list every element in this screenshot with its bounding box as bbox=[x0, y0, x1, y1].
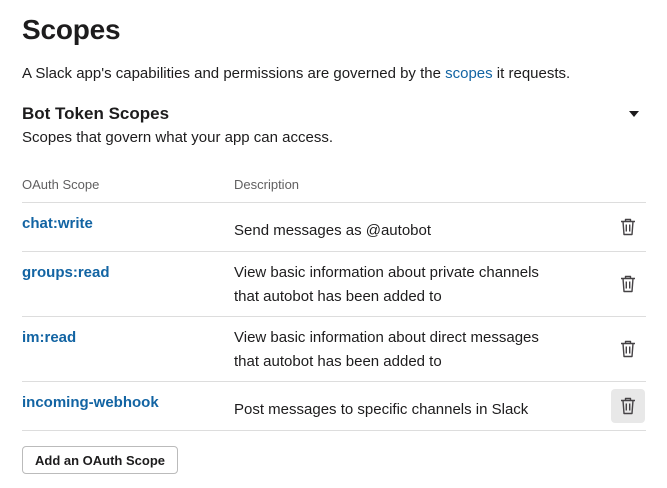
delete-scope-button[interactable] bbox=[611, 332, 645, 366]
trash-icon bbox=[621, 340, 635, 358]
intro-text: A Slack app's capabilities and permissio… bbox=[22, 65, 570, 82]
scopes-link[interactable]: scopes bbox=[445, 65, 493, 82]
scope-description: View basic information about direct mess… bbox=[234, 329, 539, 370]
trash-icon bbox=[621, 275, 635, 293]
trash-icon bbox=[621, 397, 635, 415]
delete-scope-button[interactable] bbox=[611, 267, 645, 301]
scope-name[interactable]: chat:write bbox=[22, 215, 93, 232]
page-title: Scopes bbox=[22, 14, 121, 45]
table-row: incoming-webhook Post messages to specif… bbox=[22, 382, 646, 431]
scope-description: Post messages to specific channels in Sl… bbox=[234, 401, 529, 418]
delete-scope-button[interactable] bbox=[611, 389, 645, 423]
trash-icon bbox=[621, 218, 635, 236]
table-row: chat:write Send messages as @autobot bbox=[22, 203, 646, 252]
scopes-table: OAuth Scope Description chat:write Send … bbox=[22, 170, 646, 431]
bot-token-scopes-header: Bot Token Scopes Scopes that govern what… bbox=[22, 104, 646, 146]
scope-name[interactable]: groups:read bbox=[22, 264, 110, 281]
scope-description: View basic information about private cha… bbox=[234, 264, 539, 305]
intro-text-end: it requests. bbox=[492, 65, 571, 82]
table-row: im:read View basic information about dir… bbox=[22, 317, 646, 382]
section-subtitle: Scopes that govern what your app can acc… bbox=[22, 129, 334, 146]
table-row: groups:read View basic information about… bbox=[22, 252, 646, 317]
table-header: OAuth Scope Description bbox=[22, 170, 646, 203]
scope-name[interactable]: incoming-webhook bbox=[22, 394, 159, 411]
add-oauth-scope-button[interactable]: Add an OAuth Scope bbox=[22, 446, 178, 474]
scope-description: Send messages as @autobot bbox=[234, 222, 432, 239]
column-header-oauth-scope: OAuth Scope bbox=[22, 177, 100, 192]
column-header-description: Description bbox=[234, 177, 300, 192]
caret-down-icon[interactable] bbox=[629, 111, 639, 117]
section-title: Bot Token Scopes bbox=[22, 104, 170, 123]
delete-scope-button[interactable] bbox=[611, 210, 645, 244]
intro-text-start: A Slack app's capabilities and permissio… bbox=[22, 65, 446, 82]
scope-name[interactable]: im:read bbox=[22, 329, 76, 346]
